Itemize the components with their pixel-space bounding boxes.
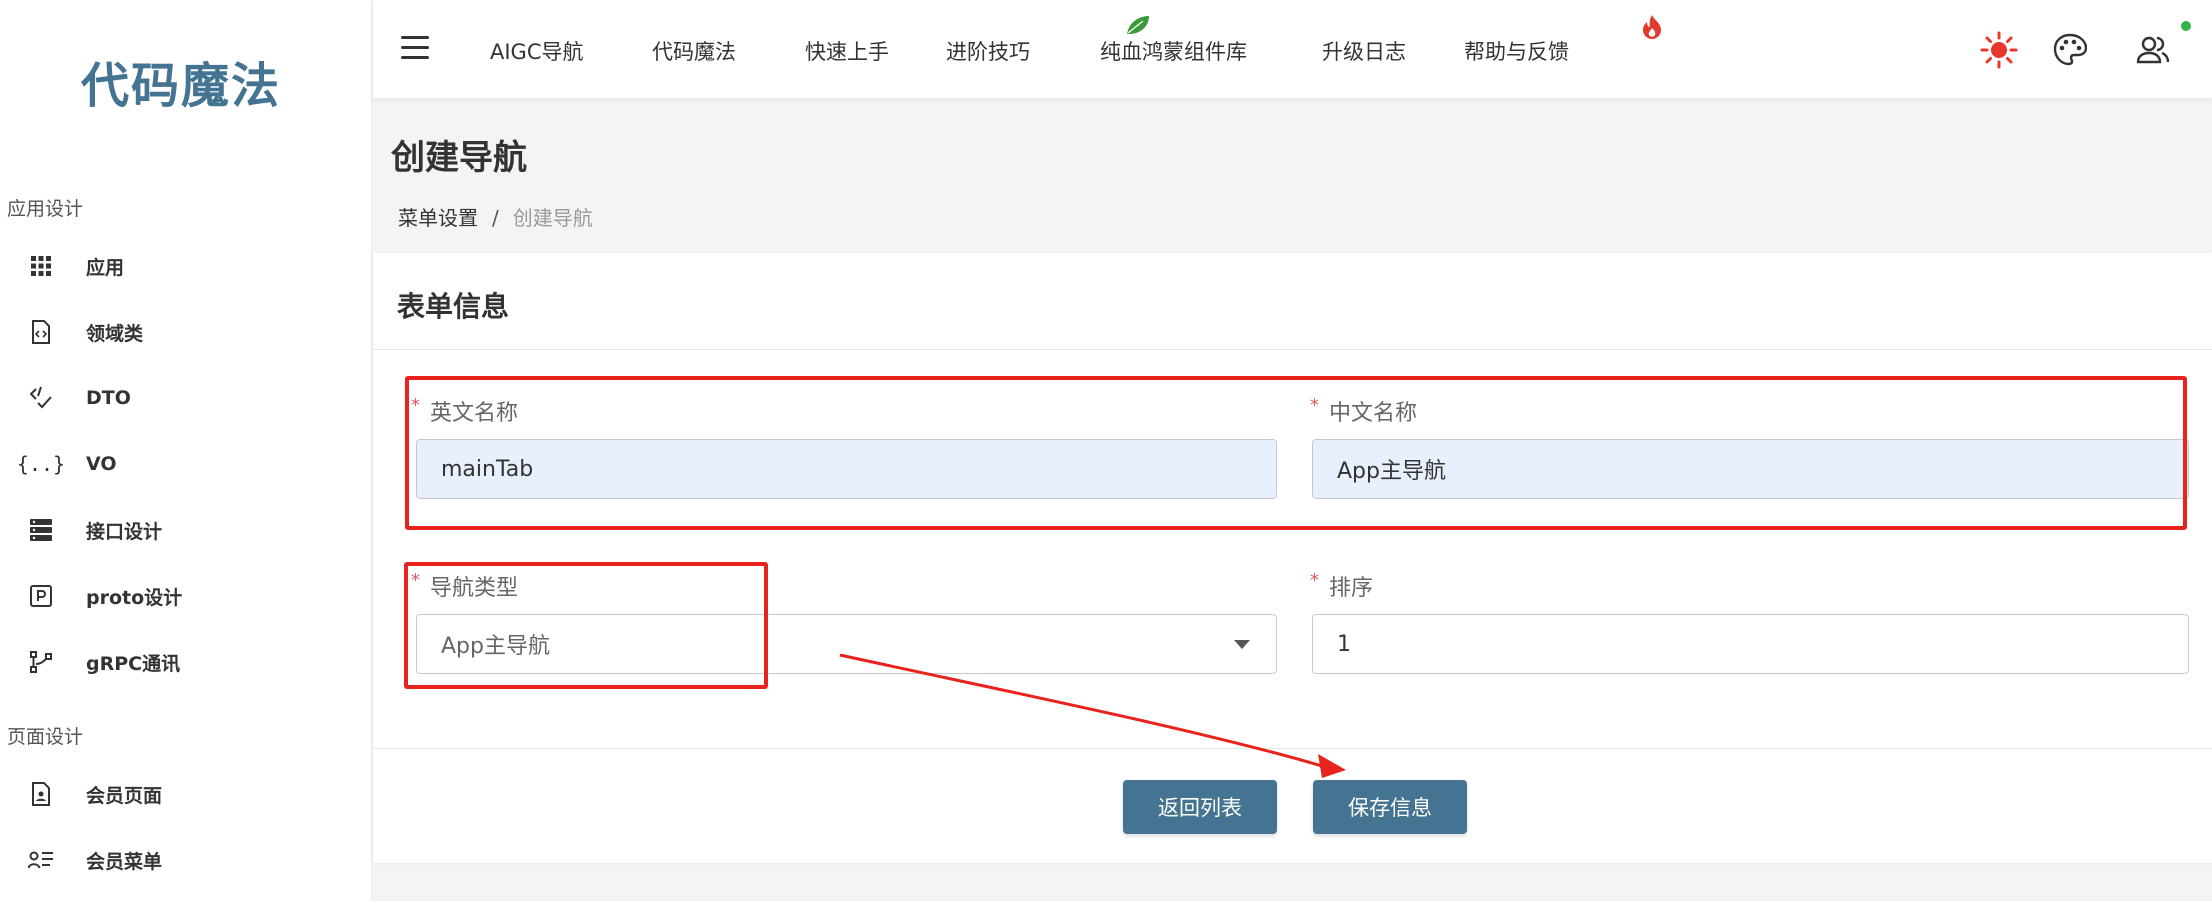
- sidebar-item-label: 会员页面: [86, 784, 163, 807]
- logo[interactable]: 代码魔法: [0, 46, 362, 116]
- form-title: 表单信息: [397, 290, 510, 323]
- code-file-icon: [26, 317, 56, 347]
- save-info-button[interactable]: 保存信息: [1313, 780, 1467, 834]
- form-card: 表单信息 * 英文名称 mainTab * 中文名称 App主导航 * 导航类型 Ap…: [373, 253, 2212, 863]
- section-title-app-design: 应用设计: [7, 198, 84, 220]
- cn-name-label: * 中文名称: [1310, 395, 1417, 427]
- required-mark: *: [1310, 395, 1319, 416]
- sidebar-item-dto[interactable]: DTO: [0, 370, 372, 426]
- hamburger-menu-icon[interactable]: [401, 36, 431, 62]
- code-check-icon: [26, 383, 56, 413]
- palette-icon[interactable]: [2050, 30, 2090, 70]
- sidebar-item-label: gRPC通讯: [86, 652, 181, 675]
- top-nav-code-magic[interactable]: 代码魔法: [652, 36, 736, 66]
- required-mark: *: [411, 570, 420, 591]
- sidebar-item-label: DTO: [86, 387, 131, 409]
- nav-type-value: App主导航: [441, 634, 550, 659]
- sidebar-item-label: 接口设计: [86, 520, 163, 543]
- breadcrumb: 菜单设置 / 创建导航: [398, 202, 593, 231]
- top-nav-aigc[interactable]: AIGC导航: [490, 36, 584, 66]
- back-to-list-button[interactable]: 返回列表: [1123, 780, 1277, 834]
- en-name-label-text: 英文名称: [430, 401, 519, 426]
- grid-icon: [26, 251, 56, 281]
- sidebar-item-member-page[interactable]: 会员页面: [0, 766, 372, 822]
- top-nav-quick-start[interactable]: 快速上手: [805, 36, 889, 66]
- top-bar: AIGC导航 代码魔法 快速上手 进阶技巧 纯血鸿蒙组件库 升级日志 帮助与反馈: [373, 0, 2212, 98]
- cn-name-label-text: 中文名称: [1329, 401, 1418, 426]
- divider: [373, 748, 2212, 749]
- branch-icon: [26, 647, 56, 677]
- sidebar-item-label: VO: [86, 453, 117, 475]
- p-box-icon: [26, 581, 56, 611]
- braces-icon: {..}: [16, 452, 66, 476]
- app: 代码魔法 应用设计 应用 领域类 DTO {..} VO 接口设计 proto设…: [0, 0, 2212, 901]
- required-mark: *: [411, 395, 420, 416]
- sidebar-item-label: 领域类: [86, 322, 144, 345]
- caret-down-icon: [1234, 640, 1250, 649]
- online-status-dot: [2181, 21, 2191, 31]
- top-nav-changelog[interactable]: 升级日志: [1322, 36, 1406, 66]
- nav-type-select[interactable]: App主导航: [416, 614, 1277, 674]
- sun-icon[interactable]: [1979, 30, 2019, 70]
- sidebar-item-grpc[interactable]: gRPC通讯: [0, 634, 372, 690]
- server-icon: [26, 515, 56, 545]
- users-icon[interactable]: [2133, 30, 2173, 70]
- fire-icon: [1641, 14, 1663, 40]
- sort-input[interactable]: 1: [1312, 614, 2189, 674]
- user-list-icon: [26, 845, 56, 875]
- breadcrumb-separator: /: [492, 206, 499, 230]
- sidebar-item-label: 会员菜单: [86, 850, 163, 873]
- required-mark: *: [1310, 570, 1319, 591]
- leaf-icon: [1125, 14, 1151, 36]
- page-title: 创建导航: [391, 138, 527, 178]
- top-nav-harmony-components[interactable]: 纯血鸿蒙组件库: [1100, 36, 1247, 66]
- en-name-input[interactable]: mainTab: [416, 439, 1277, 499]
- sidebar-item-app[interactable]: 应用: [0, 238, 372, 294]
- nav-type-label-text: 导航类型: [430, 576, 519, 601]
- sidebar-item-domain-class[interactable]: 领域类: [0, 304, 372, 360]
- section-title-page-design: 页面设计: [7, 726, 84, 748]
- breadcrumb-current: 创建导航: [512, 206, 593, 230]
- sort-label: * 排序: [1310, 570, 1373, 602]
- sidebar-item-api-design[interactable]: 接口设计: [0, 502, 372, 558]
- user-file-icon: [26, 779, 56, 809]
- top-nav-help-feedback[interactable]: 帮助与反馈: [1464, 36, 1569, 66]
- sidebar: 代码魔法 应用设计 应用 领域类 DTO {..} VO 接口设计 proto设…: [0, 0, 372, 901]
- sidebar-item-vo[interactable]: {..} VO: [0, 436, 372, 492]
- cn-name-input[interactable]: App主导航: [1312, 439, 2189, 499]
- breadcrumb-parent[interactable]: 菜单设置: [398, 206, 478, 230]
- en-name-label: * 英文名称: [411, 395, 518, 427]
- top-nav-advanced-tips[interactable]: 进阶技巧: [946, 36, 1030, 66]
- sort-label-text: 排序: [1329, 576, 1374, 601]
- sidebar-item-proto-design[interactable]: proto设计: [0, 568, 372, 624]
- sidebar-item-label: 应用: [86, 256, 125, 279]
- nav-type-label: * 导航类型: [411, 570, 518, 602]
- divider: [373, 349, 2212, 350]
- sidebar-item-label: proto设计: [86, 586, 183, 609]
- sidebar-item-member-menu[interactable]: 会员菜单: [0, 832, 372, 888]
